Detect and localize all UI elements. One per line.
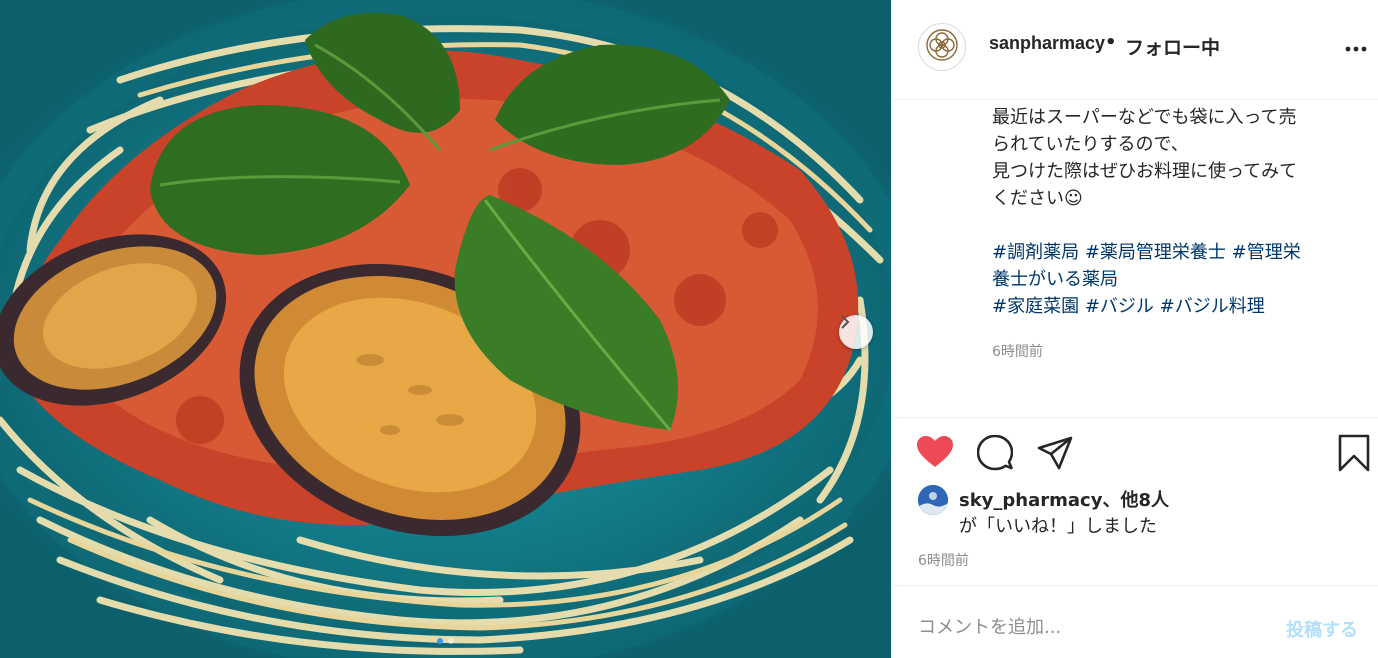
hashtag-link[interactable]: #管理栄 — [1232, 242, 1301, 263]
post-photo[interactable] — [0, 0, 891, 658]
likes-summary: sky_pharmacy、他8人 — [959, 486, 1169, 512]
post-timestamp[interactable]: 6時間前 — [918, 550, 969, 570]
comment-icon[interactable] — [976, 434, 1014, 475]
heart-icon[interactable] — [916, 435, 954, 473]
comment-input[interactable] — [916, 612, 1240, 642]
caption-line: 最近はスーパーなどでも袋に入って売 — [992, 107, 1297, 128]
comment-bar: 投稿する — [892, 585, 1378, 658]
caption-line: ください☺ — [992, 188, 1083, 209]
hashtag-link[interactable]: #家庭菜園 — [992, 296, 1079, 317]
carousel-indicator — [0, 638, 891, 644]
caption-timestamp[interactable]: 6時間前 — [992, 341, 1043, 361]
next-image-button[interactable] — [839, 315, 873, 349]
post-comment-button[interactable]: 投稿する — [1286, 616, 1358, 642]
share-icon[interactable] — [1037, 436, 1073, 474]
pasta-dish-image — [0, 0, 891, 658]
follow-status-button[interactable]: フォロー中 — [1125, 33, 1220, 60]
bookmark-icon[interactable] — [1338, 434, 1370, 476]
hashtag-link[interactable]: #調剤薬局 — [992, 242, 1079, 263]
carousel-dot-active — [437, 638, 443, 644]
caption-line: られていたりするので、 — [992, 134, 1189, 155]
likes-suffix-text: が「いいね！」しました — [959, 516, 1157, 537]
post-username[interactable]: sanpharmacy — [989, 33, 1105, 54]
more-options-icon[interactable] — [1345, 37, 1367, 56]
liker-avatar[interactable] — [918, 485, 948, 515]
header-separator: • — [1105, 32, 1117, 53]
post-header: sanpharmacy • フォロー中 — [892, 0, 1378, 100]
post-panel: sanpharmacy • フォロー中 最近はスーパーなどでも袋に入って売 られ… — [891, 0, 1378, 658]
hashtag-link[interactable]: #バジル — [1085, 296, 1154, 317]
carousel-dot — [448, 638, 454, 644]
hashtag-link[interactable]: #バジル料理 — [1160, 296, 1265, 317]
caption-line: 見つけた際はぜひお料理に使ってみて — [992, 161, 1298, 182]
hashtag-link[interactable]: 養士がいる薬局 — [992, 269, 1118, 290]
action-divider — [892, 417, 1378, 419]
liker-username[interactable]: sky_pharmacy — [959, 490, 1102, 511]
likes-others-link[interactable]: 、他8人 — [1102, 490, 1169, 511]
hashtag-link[interactable]: #薬局管理栄養士 — [1085, 242, 1226, 263]
post-caption: 最近はスーパーなどでも袋に入って売 られていたりするので、 見つけた際はぜひお料… — [992, 100, 1362, 320]
profile-avatar[interactable] — [918, 23, 966, 71]
hashtag-block: #調剤薬局 #薬局管理栄養士 #管理栄 養士がいる薬局 #家庭菜園 #バジル #… — [992, 239, 1362, 320]
brand-logo-icon — [925, 28, 959, 66]
